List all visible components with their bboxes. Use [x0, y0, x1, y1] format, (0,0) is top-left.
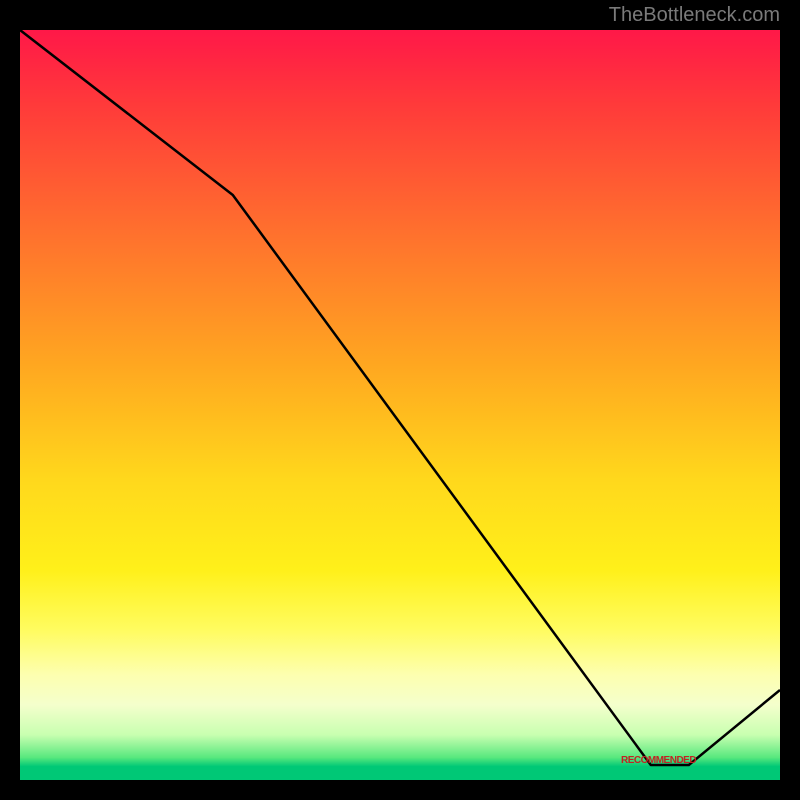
chart-frame: TheBottleneck.com RECOMMENDED — [0, 0, 800, 800]
recommended-annotation: RECOMMENDED — [621, 755, 696, 766]
plot-area: RECOMMENDED — [20, 30, 780, 780]
watermark-text: TheBottleneck.com — [609, 4, 780, 27]
line-chart-svg — [20, 30, 780, 780]
data-line — [20, 30, 780, 765]
